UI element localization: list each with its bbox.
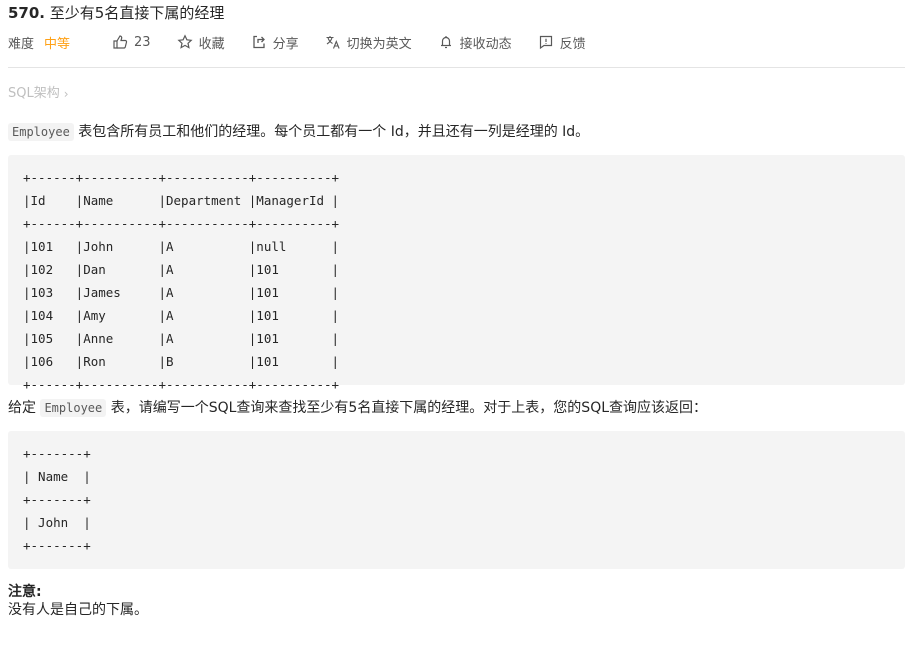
feedback-button[interactable]: 反馈: [538, 33, 586, 52]
output-table-example: +-------+ | Name | +-------+ | John | +-…: [8, 431, 905, 569]
thumbs-up-icon: [113, 35, 128, 49]
bell-icon: [440, 36, 451, 49]
share-icon: [252, 35, 265, 49]
inline-code-employee-2: Employee: [40, 399, 107, 417]
question-paragraph: 给定 Employee 表，请编写一个SQL查询来查找至少有5名直接下属的经理。…: [8, 397, 905, 419]
chevron-right-icon: ›: [63, 87, 69, 101]
question-prefix: 给定: [8, 400, 41, 416]
share-button[interactable]: 分享: [251, 33, 299, 52]
question-text: 表，请编写一个SQL查询来查找至少有5名直接下属的经理。对于上表，您的SQL查询…: [106, 400, 708, 416]
problem-title-text: 至少有5名直接下属的经理: [49, 4, 225, 22]
problem-title: 570. 至少有5名直接下属的经理: [8, 0, 905, 25]
inline-code-employee: Employee: [8, 123, 74, 141]
difficulty-value: 中等: [44, 36, 71, 52]
favorite-button[interactable]: 收藏: [177, 33, 225, 52]
translate-icon: [326, 36, 340, 49]
input-table-example: +------+----------+-----------+---------…: [8, 155, 905, 392]
note-title: 注意:: [8, 584, 42, 600]
translate-label: 切换为英文: [346, 36, 412, 52]
problem-description: Employee 表包含所有员工和他们的经理。每个员工都有一个 Id，并且还有一…: [8, 121, 905, 619]
subscribe-button[interactable]: 接收动态: [438, 33, 512, 52]
share-label: 分享: [272, 36, 299, 52]
like-count: 23: [134, 34, 151, 50]
note-section: 注意: 没有人是自己的下属。: [8, 583, 905, 619]
breadcrumb-sql[interactable]: SQL架构 ›: [8, 85, 69, 103]
feedback-icon: [539, 35, 552, 50]
star-icon: [177, 34, 193, 49]
breadcrumb-label: SQL架构: [8, 86, 60, 101]
intro-text: 表包含所有员工和他们的经理。每个员工都有一个 Id，并且还有一列是经理的 Id。: [73, 124, 590, 140]
difficulty-label: 难度: [8, 36, 35, 52]
subscribe-label: 接收动态: [459, 36, 512, 52]
problem-number: 570.: [8, 4, 46, 22]
like-button[interactable]: 23: [112, 34, 151, 50]
favorite-label: 收藏: [198, 36, 225, 52]
problem-page: 570. 至少有5名直接下属的经理 难度 中等 23 收藏 分享 切换为英文 接…: [0, 0, 913, 619]
feedback-label: 反馈: [559, 36, 586, 52]
header-divider: [8, 67, 905, 68]
note-text: 没有人是自己的下属。: [8, 602, 148, 618]
problem-meta-bar: 难度 中等 23 收藏 分享 切换为英文 接收动态 反馈: [8, 28, 905, 56]
intro-paragraph: Employee 表包含所有员工和他们的经理。每个员工都有一个 Id，并且还有一…: [8, 121, 905, 143]
translate-button[interactable]: 切换为英文: [325, 33, 412, 52]
